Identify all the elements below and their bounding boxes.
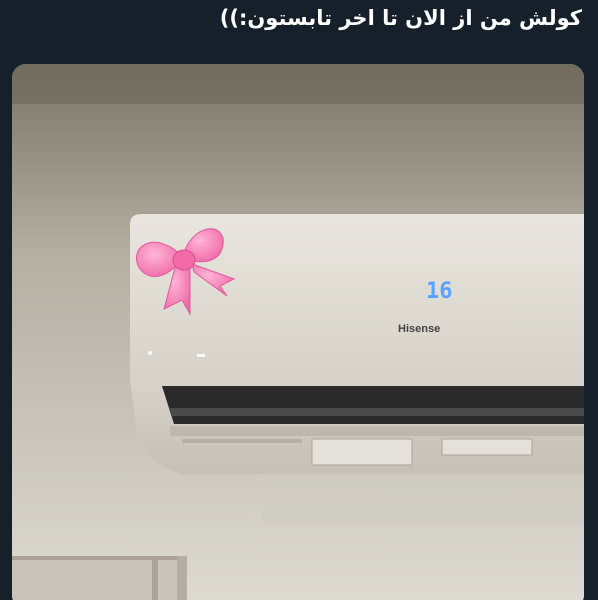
ceiling-shadow (12, 64, 584, 104)
ac-brand-logo: Hisense (398, 323, 440, 335)
wall-panel (12, 556, 187, 600)
tweet-text: کولش من از الان تا اخر تابستون:)) (16, 2, 582, 34)
tweet-media-image[interactable]: 16 Hisense (12, 64, 584, 600)
ac-vent (162, 386, 584, 424)
ac-label-sticker (311, 438, 413, 466)
tweet-view: کولش من از الان تا اخر تابستون:)) 16 His… (0, 0, 598, 600)
ac-temperature-display: 16 (426, 279, 453, 304)
tweet-text-main: کولش من از الان تا اخر تابستون:)) (219, 6, 582, 30)
photo-scene: 16 Hisense (12, 64, 584, 600)
